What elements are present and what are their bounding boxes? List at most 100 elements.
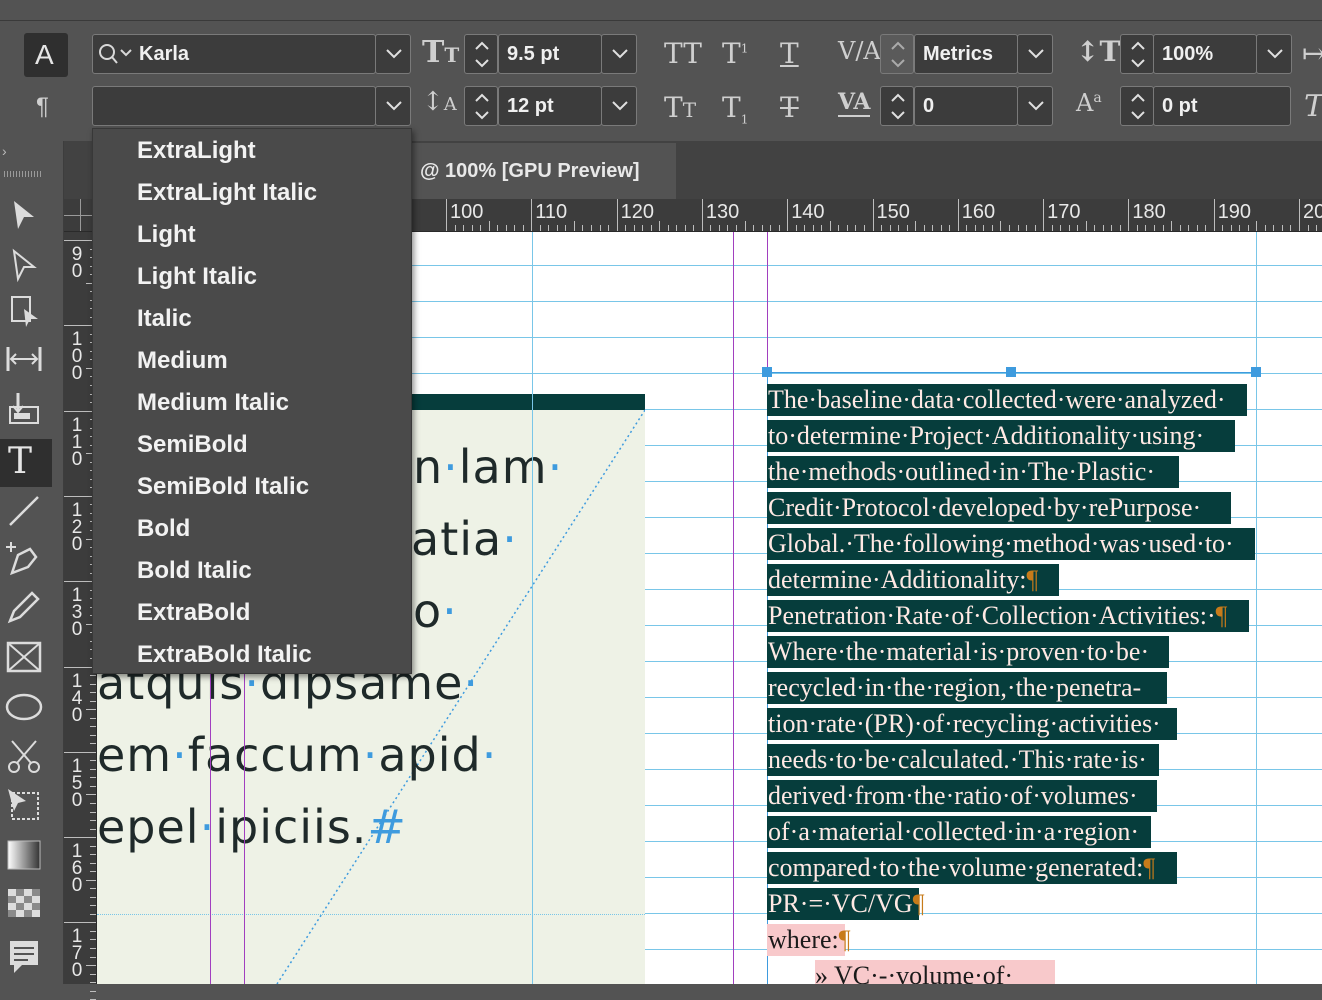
direct-selection-tool-icon[interactable] <box>4 245 44 285</box>
all-caps-button[interactable]: TT <box>664 37 702 70</box>
ruler-minor-tick <box>829 221 831 231</box>
page-tool-icon[interactable] <box>4 291 44 331</box>
font-size-dropdown[interactable] <box>601 34 637 74</box>
ruler-label: 1 6 0 <box>71 841 83 897</box>
text-line: to·determine·Project·Additionality·using… <box>768 421 1205 450</box>
font-style-menu-item[interactable]: ExtraLight <box>137 137 256 165</box>
ruler-label: 160 <box>961 201 996 223</box>
content-collector-icon[interactable] <box>4 389 44 429</box>
text-line: where:¶ <box>768 925 851 954</box>
scissors-tool-icon[interactable] <box>4 737 44 777</box>
tracking-field[interactable]: 0 <box>914 86 1018 126</box>
font-style-menu-item[interactable]: Medium <box>137 347 228 375</box>
vertical-scale-field[interactable]: 100% <box>1153 34 1257 74</box>
kerning-value: Metrics <box>923 43 994 65</box>
font-style-menu-item[interactable]: Light <box>137 221 196 249</box>
selected-text-frame[interactable]: The·baseline·data·collected·were·analyze… <box>762 367 1261 984</box>
text-line: » VC·-·volume·of· <box>815 961 1014 984</box>
leading-stepper[interactable] <box>464 86 498 126</box>
font-size-stepper[interactable] <box>464 34 498 74</box>
font-style-menu-item[interactable]: Bold Italic <box>137 557 252 585</box>
ruler-minor-tick <box>90 760 96 762</box>
document-tab[interactable]: @ 100% [GPU Preview] <box>410 143 676 199</box>
ruler-label: 1 0 0 <box>71 329 83 385</box>
ellipse-tool-icon[interactable] <box>4 687 44 727</box>
vertical-scale-dropdown[interactable] <box>1256 34 1292 74</box>
font-style-menu-item[interactable]: ExtraBold <box>137 599 250 627</box>
superscript-button[interactable]: T1 <box>722 37 748 70</box>
tracking-dropdown[interactable] <box>1017 86 1053 126</box>
font-style-menu-item[interactable]: SemiBold Italic <box>137 473 309 501</box>
ruler-minor-tick <box>1205 225 1207 231</box>
ruler-minor-tick <box>906 225 908 231</box>
font-style-menu-item[interactable]: Light Italic <box>137 263 257 291</box>
ruler-major-tick <box>1213 199 1215 231</box>
font-style-menu-item[interactable]: Italic <box>137 305 192 333</box>
vertical-scale-stepper[interactable] <box>1120 34 1154 74</box>
frame-handle[interactable] <box>1251 367 1261 377</box>
line-tool-icon[interactable] <box>4 491 44 531</box>
ruler-minor-tick <box>488 221 490 231</box>
frame-handle[interactable] <box>762 367 772 377</box>
font-style-dropdown[interactable] <box>375 86 411 126</box>
kerning-dropdown[interactable] <box>1017 34 1053 74</box>
tracking-value: 0 <box>923 95 935 117</box>
type-tool-button[interactable]: T <box>0 439 52 487</box>
font-style-menu: ExtraLight ExtraLight Italic Light Light It… <box>92 128 412 674</box>
font-style-menu-item[interactable]: Medium Italic <box>137 389 289 417</box>
leading-dropdown[interactable] <box>601 86 637 126</box>
font-style-field[interactable] <box>92 86 376 126</box>
gradient-feather-tool-icon[interactable] <box>4 883 44 923</box>
ruler-minor-tick <box>1239 225 1241 231</box>
ruler-label: 100 <box>450 201 484 223</box>
rectangle-frame-tool-icon[interactable] <box>4 637 44 677</box>
baseline-shift-field[interactable]: 0 pt <box>1153 86 1291 126</box>
chevron-down-icon <box>1028 101 1044 111</box>
pen-tool-icon[interactable] <box>4 539 44 579</box>
pencil-tool-icon[interactable] <box>4 587 44 627</box>
toolbox-grip[interactable] <box>4 171 42 177</box>
character-formatting-button[interactable]: A <box>24 33 68 77</box>
ruler-minor-tick <box>90 785 96 787</box>
ruler-minor-tick <box>90 717 96 719</box>
left-frame-line: atia· <box>411 512 518 566</box>
free-transform-tool-icon[interactable] <box>4 785 44 825</box>
ruler-minor-tick <box>471 225 473 231</box>
ruler-minor-tick <box>1247 225 1249 231</box>
font-style-menu-item[interactable]: SemiBold <box>137 431 248 459</box>
strikethrough-button[interactable]: T <box>780 91 799 124</box>
ruler-minor-tick <box>778 225 780 231</box>
ruler-label: 190 <box>1217 201 1252 223</box>
ruler-minor-tick <box>480 225 482 231</box>
font-size-field[interactable]: 9.5 pt <box>498 34 602 74</box>
paragraph-formatting-button[interactable]: ¶ <box>28 91 64 127</box>
text-line: Global.·The·following·method·was·used·to… <box>768 529 1234 558</box>
frame-handle[interactable] <box>1006 367 1016 377</box>
font-style-menu-item[interactable]: Bold <box>137 515 190 543</box>
font-style-menu-item[interactable]: ExtraLight Italic <box>137 179 317 207</box>
ruler-minor-tick <box>90 990 96 992</box>
gap-tool-icon[interactable] <box>4 339 44 379</box>
ruler-minor-tick <box>744 221 746 231</box>
tracking-stepper[interactable] <box>880 86 914 126</box>
selection-tool-icon[interactable] <box>4 195 44 235</box>
kerning-stepper[interactable] <box>880 34 914 74</box>
note-tool-icon[interactable] <box>4 935 44 975</box>
collapse-chevron-icon[interactable]: › <box>2 143 7 159</box>
text-line: Where·the·material·is·proven·to·be· <box>768 637 1150 666</box>
kerning-field[interactable]: Metrics <box>914 34 1018 74</box>
subscript-button[interactable]: T1 <box>722 91 748 127</box>
font-style-menu-item[interactable]: ExtraBold Italic <box>137 641 312 669</box>
gradient-swatch-tool-icon[interactable] <box>4 835 44 875</box>
small-caps-button[interactable]: TT <box>664 91 696 124</box>
ruler-minor-tick <box>753 225 755 231</box>
ruler-minor-tick <box>90 845 96 847</box>
text-line: the·methods·outlined·in·The·Plastic· <box>768 457 1156 486</box>
leading-field[interactable]: 12 pt <box>498 86 602 126</box>
text-line: determine·Additionality:¶ <box>768 565 1039 594</box>
underline-button[interactable]: T <box>780 37 799 70</box>
ruler-minor-tick <box>556 225 558 231</box>
baseline-shift-stepper[interactable] <box>1120 86 1154 126</box>
font-family-field[interactable]: Karla <box>92 34 376 74</box>
font-family-dropdown[interactable] <box>375 34 411 74</box>
